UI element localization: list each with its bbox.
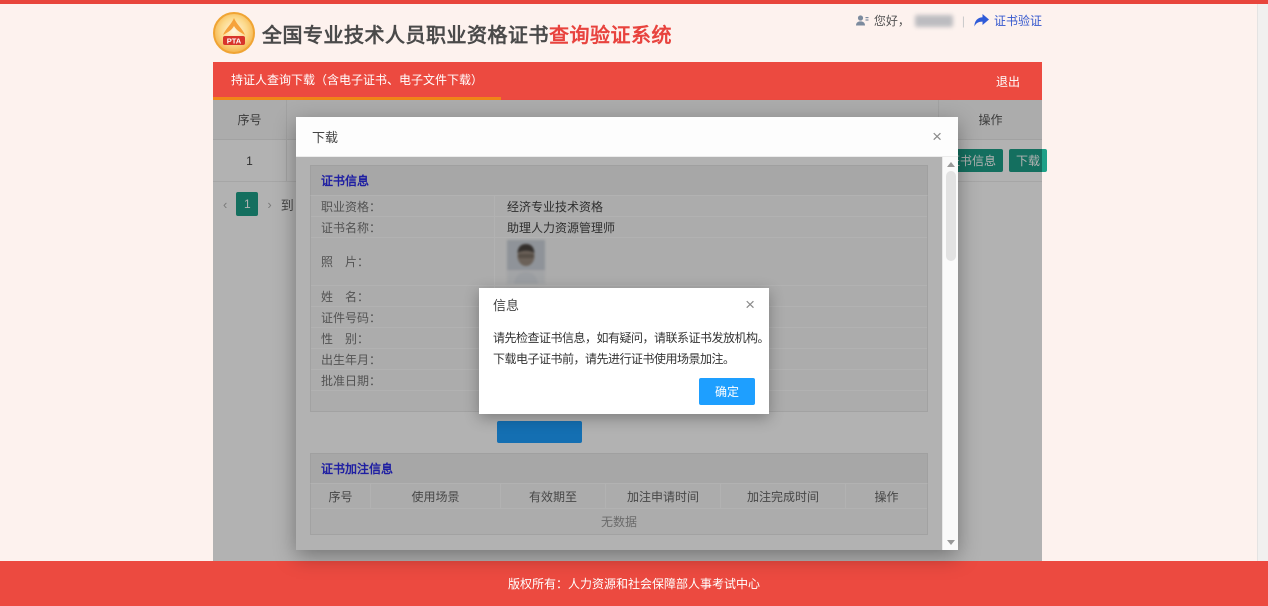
info-modal-close-icon[interactable]: ×	[745, 296, 755, 313]
pta-logo-icon: PTA	[213, 12, 255, 54]
share-arrow-icon	[974, 14, 989, 27]
greeting-text: 您好，	[874, 12, 910, 29]
modal-scrollbar[interactable]	[942, 157, 958, 550]
info-modal-titlebar: 信息 ×	[479, 288, 769, 320]
app-title: 全国专业技术人员职业资格证书查询验证系统	[262, 19, 672, 48]
top-accent-bar	[0, 0, 1268, 4]
download-modal-titlebar: 下载 ×	[296, 117, 958, 157]
scrollbar-thumb[interactable]	[946, 171, 956, 261]
tab-holder-query-download[interactable]: 持证人查询下载（含电子证书、电子文件下载）	[213, 62, 501, 100]
info-message-line1: 请先检查证书信息，如有疑问，请联系证书发放机构。	[493, 328, 755, 349]
app-title-accent: 查询验证系统	[549, 25, 672, 47]
pta-logo-text: PTA	[227, 37, 242, 46]
user-name-redacted	[915, 15, 953, 27]
logout-button[interactable]: 退出	[974, 73, 1042, 90]
main-nav: 持证人查询下载（含电子证书、电子文件下载） 退出	[213, 62, 1042, 100]
header-divider: |	[962, 14, 965, 28]
copyright-text: 版权所有：人力资源和社会保障部人事考试中心	[508, 575, 760, 592]
page-footer: 版权所有：人力资源和社会保障部人事考试中心	[0, 561, 1268, 606]
scroll-down-icon[interactable]	[947, 540, 955, 545]
info-modal: 信息 × 请先检查证书信息，如有疑问，请联系证书发放机构。 下载电子证书前，请先…	[479, 288, 769, 414]
user-icon	[855, 14, 869, 28]
app-title-main: 全国专业技术人员职业资格证书	[262, 25, 549, 47]
scroll-up-icon[interactable]	[947, 162, 955, 167]
header-user-area: 您好， | 证书验证	[855, 12, 1042, 29]
browser-scrollbar[interactable]	[1257, 4, 1268, 561]
info-modal-message: 请先检查证书信息，如有疑问，请联系证书发放机构。 下载电子证书前，请先进行证书使…	[479, 320, 769, 374]
download-modal-title: 下载	[312, 127, 338, 146]
info-modal-title: 信息	[493, 295, 519, 314]
download-modal: 下载 × 证书信息 职业资格： 经济专业技术资格 证书名称： 助理人力资源管理师…	[296, 117, 958, 550]
cert-verify-link[interactable]: 证书验证	[994, 12, 1042, 29]
info-message-line2: 下载电子证书前，请先进行证书使用场景加注。	[493, 349, 755, 370]
confirm-button[interactable]: 确定	[699, 378, 755, 405]
download-modal-close-icon[interactable]: ×	[932, 128, 942, 145]
info-modal-footer: 确定	[479, 374, 769, 405]
header-brand: PTA 全国专业技术人员职业资格证书查询验证系统	[213, 12, 672, 54]
